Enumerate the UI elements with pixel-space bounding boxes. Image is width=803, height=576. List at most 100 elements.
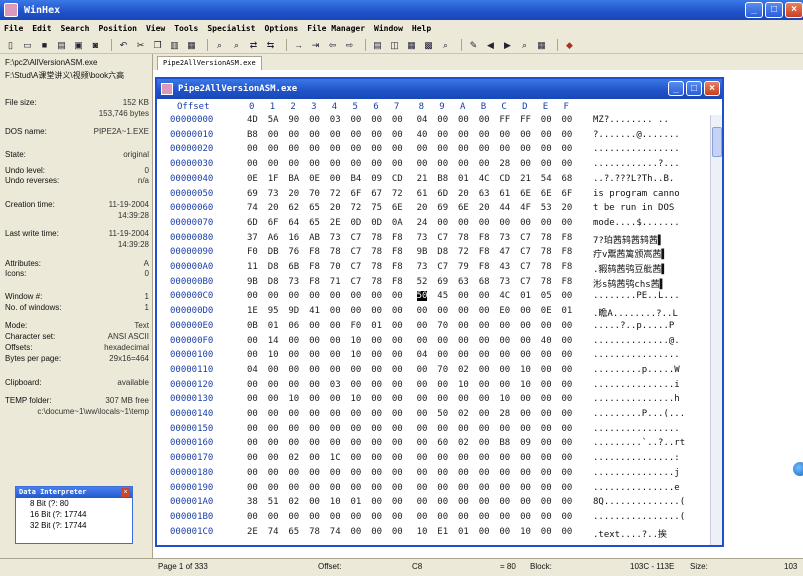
hex-byte[interactable]: 03 — [330, 380, 341, 390]
hex-byte[interactable]: 45 — [437, 291, 448, 301]
hex-byte[interactable]: 00 — [541, 365, 552, 375]
hex-byte[interactable]: 4C — [499, 291, 510, 301]
row-text[interactable]: ...............i — [593, 380, 680, 390]
hex-byte[interactable]: 00 — [351, 365, 362, 375]
hex-byte[interactable]: 00 — [371, 483, 382, 493]
hex-byte[interactable]: F8 — [562, 262, 573, 272]
hex-byte[interactable]: 0E — [541, 306, 552, 316]
hex-byte[interactable]: 64 — [288, 218, 299, 228]
hex-byte[interactable]: F8 — [392, 262, 403, 272]
hex-byte[interactable]: 00 — [288, 130, 299, 140]
hex-row[interactable]: 000000E0 0B 01 06 00 00 F0 01 00 00 70 00 00 00 00 00 00… — [157, 321, 710, 336]
hex-byte[interactable]: 0D — [351, 218, 362, 228]
hex-row[interactable]: 00000100 00 10 00 00 00 10 00 00 04 00 00 00 00 00 00 00… — [157, 350, 710, 365]
hex-byte[interactable]: 00 — [309, 424, 320, 434]
hex-byte[interactable]: 00 — [479, 144, 490, 154]
hex-byte[interactable]: 10 — [417, 527, 428, 537]
hex-byte[interactable]: 00 — [458, 306, 469, 316]
hex-byte[interactable]: 00 — [437, 218, 448, 228]
calculator-icon[interactable]: ▦ — [405, 39, 418, 51]
hex-byte[interactable]: 00 — [479, 115, 490, 125]
hex-byte[interactable]: 9D — [288, 306, 299, 316]
hex-byte[interactable]: 00 — [458, 350, 469, 360]
row-text[interactable]: .........P...(... — [593, 409, 685, 419]
hex-byte[interactable]: 6E — [458, 203, 469, 213]
hex-byte[interactable]: 00 — [562, 159, 573, 169]
hex-byte[interactable]: 00 — [562, 483, 573, 493]
hex-byte[interactable]: 70 — [437, 365, 448, 375]
hex-byte[interactable]: 00 — [499, 512, 510, 522]
row-text[interactable]: ............?... — [593, 159, 680, 169]
hex-byte[interactable]: 00 — [562, 130, 573, 140]
hex-byte[interactable]: 00 — [392, 144, 403, 154]
hex-byte[interactable]: 00 — [499, 483, 510, 493]
hex-byte[interactable]: 10 — [499, 394, 510, 404]
hex-row[interactable]: 00000180 00 00 00 00 00 00 00 00 00 00 00 00 00 00 00 00… — [157, 468, 710, 483]
hex-row[interactable]: 00000040 0E 1F BA 0E 00 B4 09 CD 21 B8 01 4C CD 21 54 68… — [157, 174, 710, 189]
row-text[interactable]: .text....?..挨 — [593, 527, 667, 540]
hex-byte[interactable]: 00 — [479, 380, 490, 390]
hex-byte[interactable]: BA — [288, 174, 299, 184]
hex-byte[interactable]: 00 — [392, 438, 403, 448]
hex-byte[interactable]: 00 — [458, 321, 469, 331]
hex-row[interactable]: 00000090 F0 DB 76 F8 78 C7 78 F8 9B D8 72 F8 47 C7 78 F8… — [157, 247, 710, 262]
hex-byte[interactable]: 00 — [479, 218, 490, 228]
hex-byte[interactable]: 00 — [458, 424, 469, 434]
menu-file[interactable]: File — [4, 24, 23, 33]
hex-row[interactable]: 00000160 00 00 00 00 00 00 00 00 00 60 02 00 B8 09 00 00… — [157, 438, 710, 453]
hex-byte[interactable]: 00 — [417, 380, 428, 390]
hex-byte[interactable]: 00 — [309, 115, 320, 125]
hex-byte[interactable]: 00 — [351, 527, 362, 537]
hex-byte[interactable]: 20 — [330, 203, 341, 213]
hex-byte[interactable]: 00 — [268, 512, 279, 522]
hex-byte[interactable]: 00 — [562, 321, 573, 331]
hex-byte[interactable]: 00 — [437, 424, 448, 434]
hex-byte[interactable]: 00 — [351, 483, 362, 493]
hex-byte[interactable]: 00 — [541, 409, 552, 419]
hex-byte[interactable]: 00 — [437, 394, 448, 404]
hex-byte[interactable]: 75 — [371, 203, 382, 213]
hex-byte[interactable]: 00 — [330, 424, 341, 434]
menu-specialist[interactable]: Specialist — [207, 24, 255, 33]
hex-row[interactable]: 00000000 4D 5A 90 00 03 00 00 00 04 00 00 00 FF FF 00 00… — [157, 115, 710, 130]
hex-byte[interactable]: 73 — [288, 277, 299, 287]
hex-byte[interactable]: 00 — [247, 453, 258, 463]
hex-byte[interactable]: 90 — [288, 115, 299, 125]
cut-icon[interactable]: ✂ — [134, 39, 147, 51]
hex-byte[interactable]: C7 — [520, 247, 531, 257]
hex-byte[interactable]: 00 — [458, 218, 469, 228]
hex-byte[interactable]: 00 — [417, 409, 428, 419]
hex-byte[interactable]: 28 — [499, 409, 510, 419]
hex-byte[interactable]: 00 — [520, 409, 531, 419]
hex-byte[interactable]: 03 — [330, 115, 341, 125]
hex-byte[interactable]: 74 — [330, 527, 341, 537]
hex-byte[interactable]: 00 — [268, 130, 279, 140]
hex-byte[interactable]: 00 — [479, 291, 490, 301]
hex-byte[interactable]: 6B — [288, 262, 299, 272]
hex-byte[interactable]: 00 — [541, 350, 552, 360]
hex-byte[interactable]: 47 — [499, 247, 510, 257]
hex-byte[interactable]: 00 — [479, 409, 490, 419]
replace-hex-icon[interactable]: ⇆ — [264, 39, 277, 51]
hex-byte[interactable]: 00 — [499, 350, 510, 360]
hex-byte[interactable]: 00 — [541, 321, 552, 331]
row-text[interactable]: ?.......@....... — [593, 130, 680, 140]
hex-byte[interactable]: 00 — [520, 159, 531, 169]
hex-byte[interactable]: DB — [268, 247, 279, 257]
find-hex-icon[interactable]: ⌕ — [230, 39, 243, 51]
hex-byte[interactable]: 00 — [247, 483, 258, 493]
hex-byte[interactable]: 00 — [309, 409, 320, 419]
hex-byte[interactable]: F0 — [247, 247, 258, 257]
hex-byte[interactable]: 00 — [562, 115, 573, 125]
hex-byte[interactable]: 00 — [247, 512, 258, 522]
hex-byte[interactable]: 00 — [288, 336, 299, 346]
search-icon[interactable]: ⌕ — [439, 39, 452, 51]
hex-byte[interactable]: 00 — [541, 483, 552, 493]
hex-byte[interactable]: 37 — [247, 233, 258, 243]
hex-byte[interactable]: 01 — [562, 306, 573, 316]
hex-byte[interactable]: 00 — [351, 424, 362, 434]
hex-byte[interactable]: 74 — [247, 203, 258, 213]
hex-byte[interactable]: E0 — [499, 306, 510, 316]
hex-byte[interactable]: A6 — [268, 233, 279, 243]
hex-row[interactable]: 00000050 69 73 20 70 72 6F 67 72 61 6D 20 63 61 6E 6E 6F… — [157, 189, 710, 204]
